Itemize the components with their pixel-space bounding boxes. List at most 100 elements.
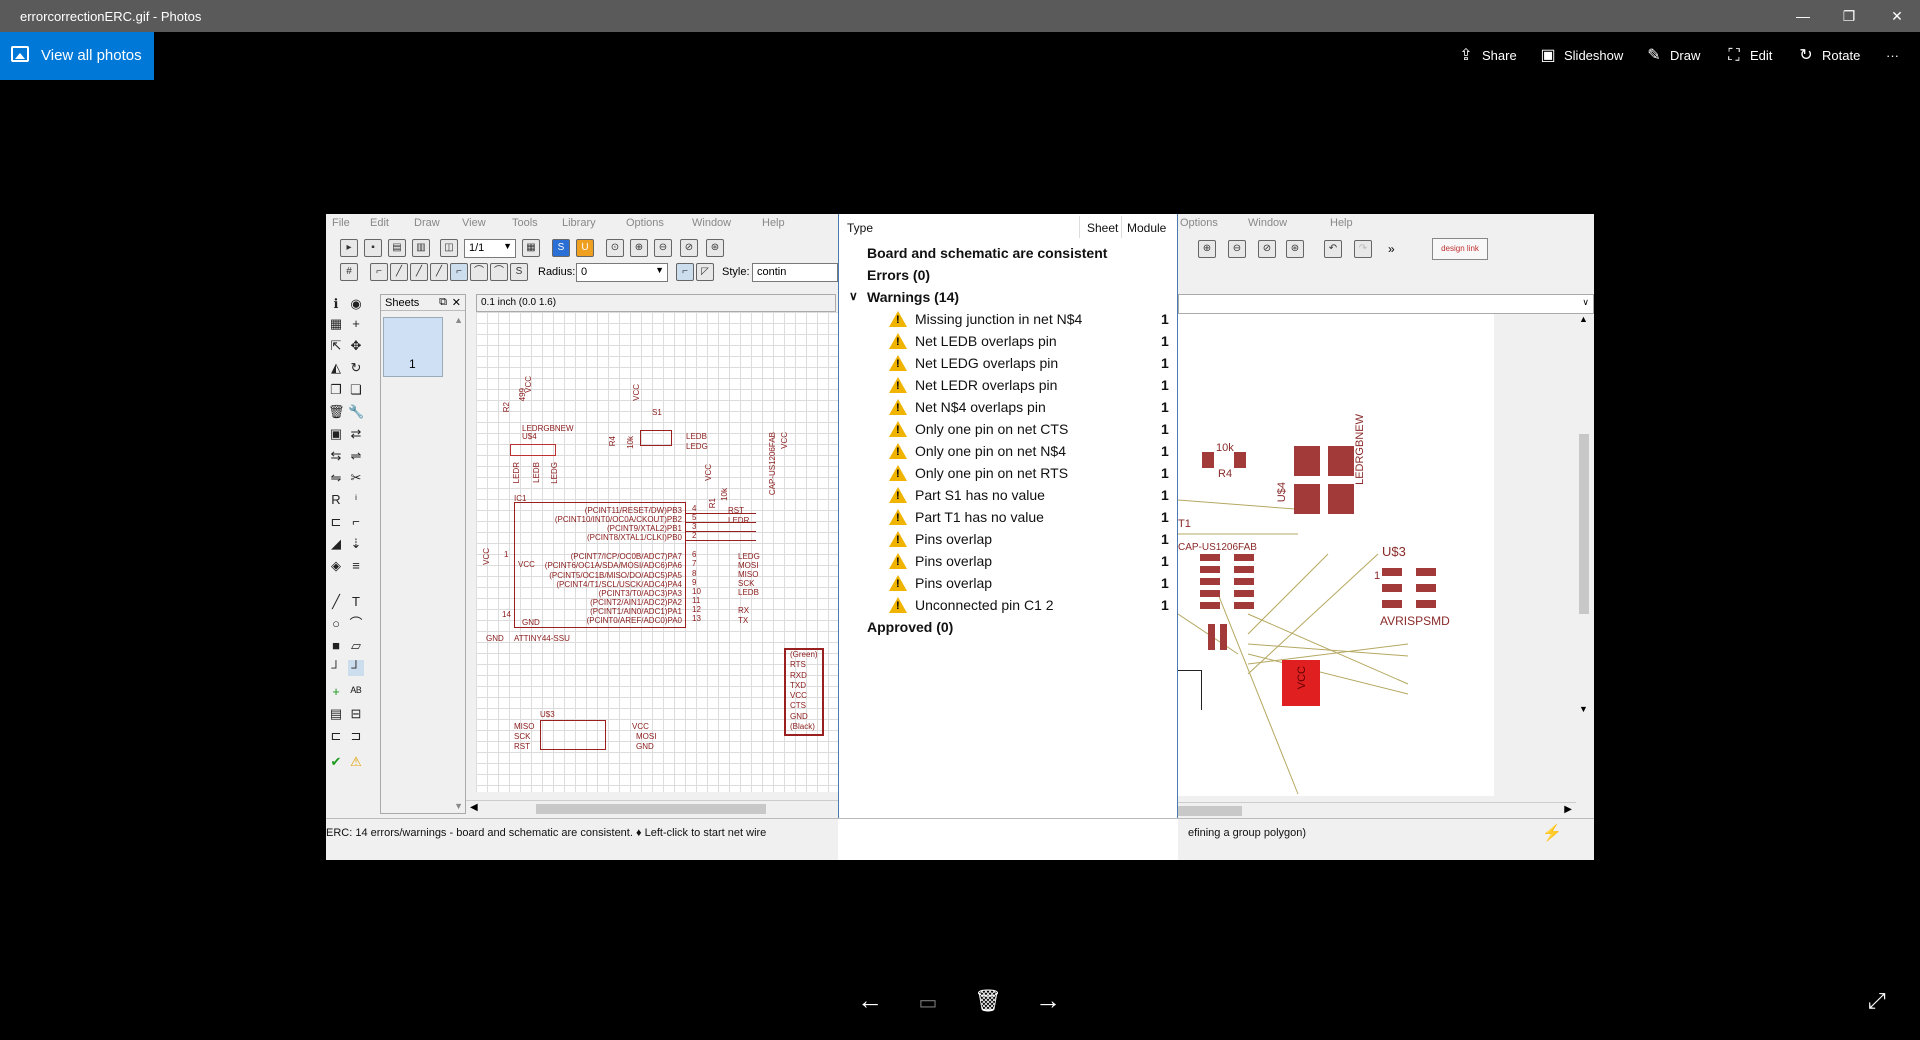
pin-swap-icon[interactable]: ⇋ bbox=[328, 470, 344, 486]
paste-icon[interactable]: ❏ bbox=[348, 382, 364, 398]
junction-icon[interactable]: + bbox=[328, 684, 344, 700]
slideshow-button[interactable]: ▣ Slideshow bbox=[1538, 32, 1623, 80]
miter-icon[interactable]: ◸ bbox=[696, 263, 714, 281]
col-module[interactable]: Module bbox=[1127, 214, 1166, 240]
zoom-out-icon[interactable]: ⊖ bbox=[1228, 240, 1246, 258]
close-panel-icon[interactable]: ✕ bbox=[452, 296, 461, 309]
zoom-out-icon[interactable]: ⊖ bbox=[654, 239, 672, 257]
menu-window[interactable]: Window bbox=[692, 217, 731, 229]
zoom-select-icon[interactable]: ⊘ bbox=[680, 239, 698, 257]
approved-row[interactable]: Approved (0) bbox=[839, 616, 1179, 638]
eye-icon[interactable]: ◉ bbox=[348, 296, 364, 312]
frame-icon[interactable]: ⊏ bbox=[328, 728, 344, 744]
mirror-icon[interactable]: ◭ bbox=[328, 360, 344, 376]
warning-row[interactable]: Pins overlap 1 bbox=[839, 572, 1179, 594]
cam-icon[interactable]: ▥ bbox=[412, 239, 430, 257]
col-sheet[interactable]: Sheet bbox=[1087, 214, 1118, 240]
zoom-select-icon[interactable]: ⊘ bbox=[1258, 240, 1276, 258]
net-wire-icon[interactable]: ┘ bbox=[348, 660, 364, 676]
rotate-button[interactable]: ↻ Rotate bbox=[1796, 32, 1860, 80]
menu-help[interactable]: Help bbox=[762, 217, 785, 229]
delete-button[interactable]: 🗑 bbox=[968, 988, 1008, 1014]
designlink-button[interactable]: design link bbox=[1432, 238, 1488, 260]
wire-bend-2-icon[interactable]: ╱ bbox=[390, 263, 408, 281]
more-button[interactable]: ··· bbox=[1886, 32, 1899, 80]
scroll-thumb[interactable] bbox=[536, 804, 766, 814]
scroll-up-icon[interactable]: ▲ bbox=[1579, 314, 1588, 324]
name-icon[interactable]: R bbox=[328, 492, 344, 508]
menu-options[interactable]: Options bbox=[626, 217, 664, 229]
miter-tool-icon[interactable]: ⌐ bbox=[348, 514, 364, 530]
text-icon[interactable]: T bbox=[348, 594, 364, 610]
board-canvas[interactable]: 10k R4 U$4 LEDRGBNEW T1 CAP-US1206FAB U$… bbox=[1178, 314, 1494, 796]
script-icon[interactable]: S bbox=[552, 239, 570, 257]
invoke-icon[interactable]: ⇌ bbox=[348, 448, 364, 464]
warning-row[interactable]: Only one pin on net N$4 1 bbox=[839, 440, 1179, 462]
value-icon[interactable]: ⁱ bbox=[348, 492, 364, 508]
erc-icon[interactable]: ✔ bbox=[328, 754, 344, 770]
chevron-down-icon[interactable]: ∨ bbox=[1582, 297, 1589, 308]
warning-row[interactable]: Net LEDB overlaps pin 1 bbox=[839, 330, 1179, 352]
displayed-image[interactable]: File Edit Draw View Tools Library Option… bbox=[326, 214, 1594, 860]
smash-icon[interactable]: ✂ bbox=[348, 470, 364, 486]
replace-icon[interactable]: ⇄ bbox=[348, 426, 364, 442]
menu-edit[interactable]: Edit bbox=[370, 217, 389, 229]
attribute-icon[interactable]: ▤ bbox=[328, 706, 344, 722]
next-button[interactable]: → bbox=[1028, 985, 1068, 1016]
menu-library[interactable]: Library bbox=[562, 217, 596, 229]
schematic-hscroll[interactable]: ◀ bbox=[466, 800, 838, 816]
sheet-select[interactable]: 1/1 ▼ bbox=[464, 239, 516, 258]
label-icon[interactable]: ᴬᴮ bbox=[348, 684, 364, 700]
menu-options-right[interactable]: Options bbox=[1180, 217, 1218, 229]
close-button[interactable]: ✕ bbox=[1874, 0, 1920, 32]
schematic-canvas[interactable]: R2 499 VCC LEDRGBNEW U$4 LEDR LEDB LEDG … bbox=[476, 312, 838, 792]
board-vscroll[interactable]: ▲ ▼ bbox=[1576, 314, 1592, 714]
scroll-thumb[interactable] bbox=[1178, 806, 1242, 816]
warning-tool-icon[interactable]: ⚠ bbox=[348, 754, 364, 770]
redraw-icon[interactable]: ⊛ bbox=[706, 239, 724, 257]
fullscreen-button[interactable]: ⤢ bbox=[1868, 988, 1886, 1014]
wire-bend-5-icon[interactable]: ⌐ bbox=[450, 263, 468, 281]
warning-row[interactable]: Pins overlap 1 bbox=[839, 528, 1179, 550]
board-command-line[interactable]: ∨ bbox=[1178, 294, 1594, 314]
style-select[interactable]: contin bbox=[752, 263, 838, 282]
col-type[interactable]: Type bbox=[847, 214, 873, 240]
redraw-icon[interactable]: ⊛ bbox=[1286, 240, 1304, 258]
warning-row[interactable]: Only one pin on net CTS 1 bbox=[839, 418, 1179, 440]
scroll-down-icon[interactable]: ▼ bbox=[1579, 704, 1588, 714]
board-switch-icon[interactable]: ◫ bbox=[440, 239, 458, 257]
optimize-icon[interactable]: ◢ bbox=[328, 536, 344, 552]
menu-tools[interactable]: Tools bbox=[512, 217, 538, 229]
scroll-down-icon[interactable]: ▼ bbox=[454, 801, 463, 811]
wire-bend-4-icon[interactable]: ╱ bbox=[430, 263, 448, 281]
line-icon[interactable]: ╱ bbox=[328, 594, 344, 610]
scroll-up-icon[interactable]: ▲ bbox=[454, 315, 463, 325]
scroll-left-icon[interactable]: ◀ bbox=[470, 802, 478, 813]
warning-row[interactable]: Net LEDG overlaps pin 1 bbox=[839, 352, 1179, 374]
wire-bend-1-icon[interactable]: ⌐ bbox=[370, 263, 388, 281]
wire-bend-6-icon[interactable]: ⌒ bbox=[470, 263, 488, 281]
warning-row[interactable]: Missing junction in net N$4 1 bbox=[839, 308, 1179, 330]
chevron-down-icon[interactable]: ∨ bbox=[849, 289, 858, 303]
minimize-button[interactable]: — bbox=[1780, 0, 1826, 32]
mark-icon[interactable]: + bbox=[348, 316, 364, 332]
warning-row[interactable]: Unconnected pin C1 2 1 bbox=[839, 594, 1179, 616]
info-icon[interactable]: ℹ bbox=[328, 296, 344, 312]
restore-button[interactable]: ❐ bbox=[1826, 0, 1872, 32]
warning-row[interactable]: Pins overlap 1 bbox=[839, 550, 1179, 572]
redo-icon[interactable]: ↷ bbox=[1354, 240, 1372, 258]
circle-icon[interactable]: ○ bbox=[328, 616, 344, 632]
polygon-icon[interactable]: ▱ bbox=[348, 638, 364, 654]
copy-icon[interactable]: ❐ bbox=[328, 382, 344, 398]
arc-icon[interactable]: ⌒ bbox=[348, 616, 364, 632]
move-icon[interactable]: ⇱ bbox=[328, 338, 344, 354]
zoom-in-icon[interactable]: ⊕ bbox=[630, 239, 648, 257]
save-icon[interactable]: ▪ bbox=[364, 239, 382, 257]
board-hscroll[interactable]: ▶ bbox=[1178, 802, 1576, 818]
open-icon[interactable]: ▸ bbox=[340, 239, 358, 257]
net-icon[interactable]: ┘ bbox=[328, 660, 344, 676]
previous-button[interactable]: ← bbox=[850, 985, 890, 1016]
radius-select[interactable]: 0 ▼ bbox=[576, 263, 668, 282]
frame-2-icon[interactable]: ⊐ bbox=[348, 728, 364, 744]
warning-row[interactable]: Net LEDR overlaps pin 1 bbox=[839, 374, 1179, 396]
